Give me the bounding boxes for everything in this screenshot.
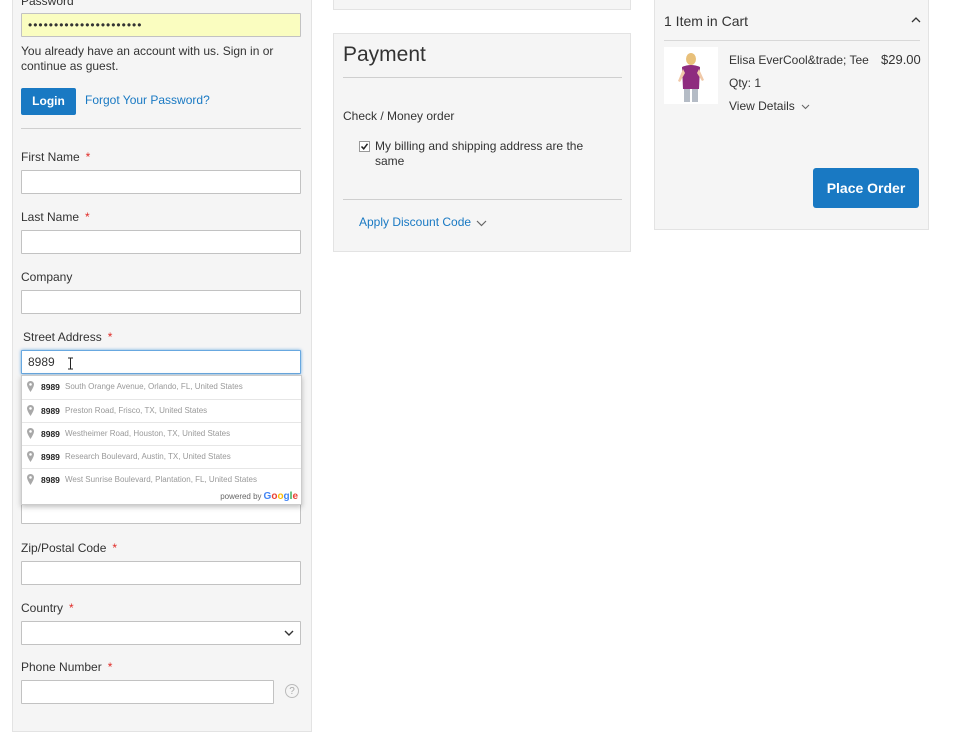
autocomplete-address: Westheimer Road, Houston, TX, United Sta… (65, 429, 231, 438)
autocomplete-item[interactable]: 8989 South Orange Avenue, Orlando, FL, U… (22, 376, 301, 399)
autocomplete-address: South Orange Avenue, Orlando, FL, United… (65, 382, 243, 391)
autocomplete-address: Research Boulevard, Austin, TX, United S… (65, 452, 231, 461)
autocomplete-address: West Sunrise Boulevard, Plantation, FL, … (65, 475, 257, 484)
product-name: Elisa EverCool&trade; Tee (729, 53, 869, 67)
chevron-up-icon[interactable] (911, 16, 921, 23)
last-name-label: Last Name * (21, 210, 90, 224)
product-image (678, 53, 704, 102)
divider (343, 77, 622, 78)
last-name-input[interactable] (21, 230, 301, 254)
phone-input[interactable] (21, 680, 274, 704)
city-input[interactable] (21, 502, 301, 524)
map-pin-icon (27, 381, 34, 392)
autocomplete-address: Preston Road, Frisco, TX, United States (65, 406, 208, 415)
place-order-button[interactable]: Place Order (813, 168, 919, 208)
map-pin-icon (27, 451, 34, 462)
company-input[interactable] (21, 290, 301, 314)
chevron-down-icon (801, 104, 810, 110)
country-select[interactable] (21, 621, 301, 645)
autocomplete-item[interactable]: 8989 Research Boulevard, Austin, TX, Uni… (22, 445, 301, 469)
autocomplete-item[interactable]: 8989 West Sunrise Boulevard, Plantation,… (22, 468, 301, 492)
divider (21, 128, 301, 129)
powered-by-google: powered by Google (220, 491, 298, 502)
same-address-checkbox[interactable] (359, 141, 370, 152)
autocomplete-number: 8989 (41, 475, 60, 485)
forgot-password-link[interactable]: Forgot Your Password? (85, 93, 210, 107)
map-pin-icon (27, 405, 34, 416)
zip-label: Zip/Postal Code * (21, 541, 118, 555)
map-pin-icon (27, 428, 34, 439)
chevron-down-icon (476, 220, 487, 227)
login-button[interactable]: Login (21, 88, 76, 115)
chevron-down-icon (284, 630, 294, 636)
product-price: $29.00 (881, 52, 921, 67)
first-name-label: First Name * (21, 150, 91, 164)
autocomplete-number: 8989 (41, 406, 60, 416)
autocomplete-number: 8989 (41, 452, 60, 462)
map-pin-icon (27, 474, 34, 485)
divider (664, 40, 920, 41)
street-address-label: Street Address * (23, 330, 113, 344)
help-icon[interactable]: ? (285, 684, 299, 698)
autocomplete-item[interactable]: 8989 Preston Road, Frisco, TX, United St… (22, 399, 301, 423)
address-autocomplete-dropdown: 8989 South Orange Avenue, Orlando, FL, U… (21, 375, 302, 505)
product-thumbnail (664, 47, 718, 104)
password-input[interactable] (21, 13, 301, 37)
product-qty: Qty: 1 (729, 76, 762, 90)
autocomplete-number: 8989 (41, 429, 60, 439)
cart-count-header[interactable]: 1 Item in Cart (664, 13, 748, 29)
view-details-toggle[interactable]: View Details (729, 99, 810, 113)
first-name-input[interactable] (21, 170, 301, 194)
google-logo: Google (263, 491, 298, 502)
same-address-label: My billing and shipping address are the … (375, 139, 584, 168)
shipping-methods-box (333, 0, 631, 10)
zip-input[interactable] (21, 561, 301, 585)
divider (343, 199, 622, 200)
company-label: Company (21, 270, 73, 284)
street-address-input[interactable] (21, 350, 301, 374)
payment-title: Payment (343, 43, 426, 66)
account-notice: You already have an account with us. Sig… (21, 44, 274, 73)
text-cursor-icon (68, 357, 73, 370)
payment-panel: Payment Check / Money order My billing a… (333, 33, 631, 252)
phone-label: Phone Number * (21, 660, 113, 674)
payment-method-label: Check / Money order (343, 109, 455, 123)
country-label: Country * (21, 601, 74, 615)
autocomplete-number: 8989 (41, 382, 60, 392)
apply-discount-link[interactable]: Apply Discount Code (359, 215, 471, 229)
checkmark-icon (360, 143, 369, 150)
autocomplete-item[interactable]: 8989 Westheimer Road, Houston, TX, Unite… (22, 422, 301, 446)
password-label: Password (21, 0, 74, 8)
